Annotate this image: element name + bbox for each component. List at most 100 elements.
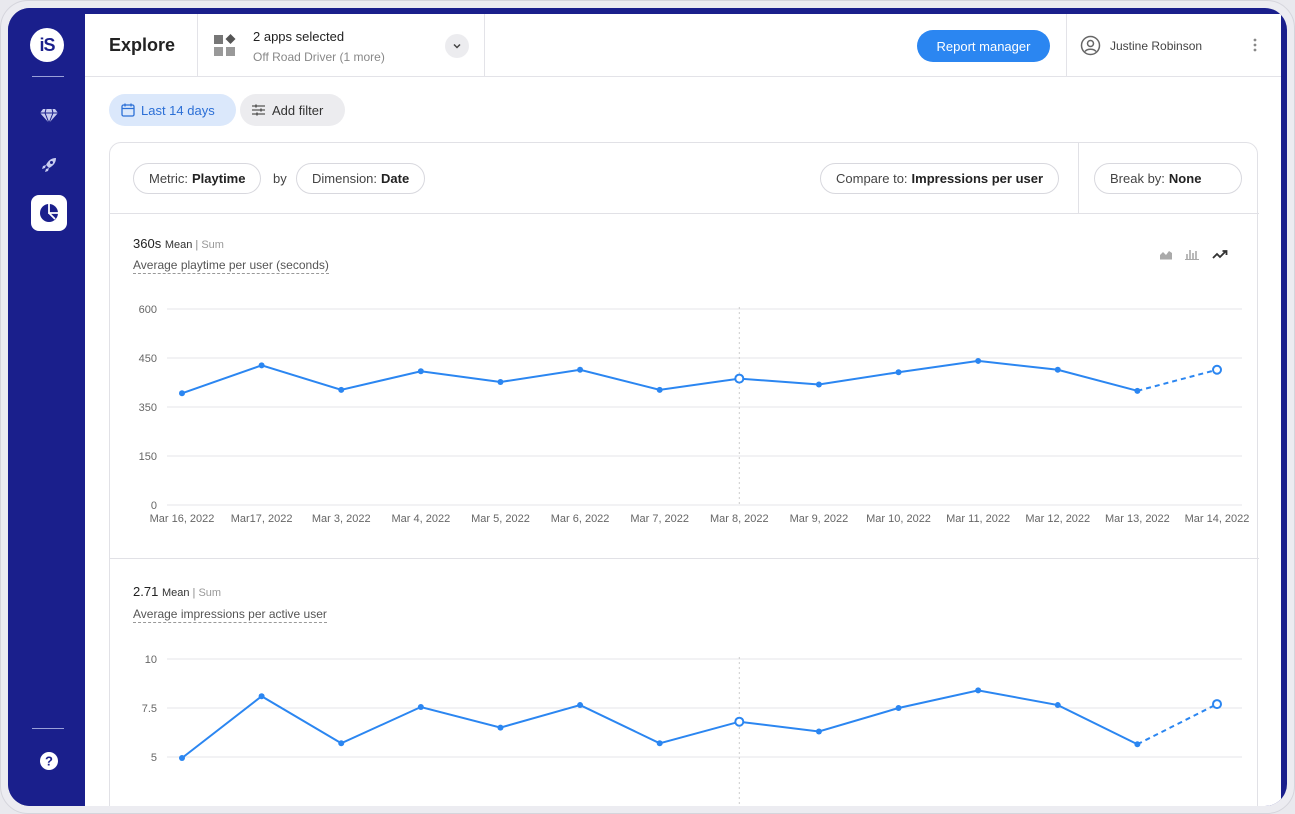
data-point <box>497 379 504 386</box>
impressions-line-chart: 107.55 <box>142 654 1242 806</box>
compare-label: Compare to: <box>836 171 908 186</box>
query-controls: Metric: Playtime by Dimension: Date Compar… <box>110 143 1259 214</box>
report-manager-button[interactable]: Report manager <box>917 30 1050 62</box>
series-line <box>181 689 1138 759</box>
more-options-icon[interactable] <box>1253 38 1257 52</box>
main-content: Explore 2 apps selected Off Road Driver … <box>85 14 1281 806</box>
y-tick-label: 600 <box>139 304 157 316</box>
apps-selected-subtitle: Off Road Driver (1 more) <box>253 50 385 64</box>
y-tick-label: 150 <box>139 451 157 463</box>
data-point <box>179 754 185 761</box>
y-tick-label: 450 <box>139 353 157 365</box>
line-chart-icon[interactable] <box>1212 248 1228 260</box>
area-chart-icon[interactable] <box>1159 248 1173 260</box>
user-name[interactable]: Justine Robinson <box>1110 39 1202 53</box>
add-filter-button[interactable]: Add filter <box>240 94 345 126</box>
chart1-kpi-value: 360s <box>133 236 162 251</box>
sidebar-item-explore[interactable] <box>31 195 67 231</box>
x-tick-label: Mar 10, 2022 <box>866 513 931 525</box>
data-point <box>1134 387 1141 394</box>
data-point <box>895 705 902 711</box>
chart1-sum-toggle[interactable]: Sum <box>201 239 224 251</box>
data-point <box>338 740 345 747</box>
break-label: Break by: <box>1110 171 1165 186</box>
data-point <box>815 381 822 388</box>
dimension-value: Date <box>381 171 410 186</box>
data-point <box>338 386 345 393</box>
playtime-line-chart: 600 450 350 150 0Mar 16, 2022 Mar17, 2022 Mar … <box>139 304 1250 525</box>
data-point <box>815 728 822 735</box>
data-point <box>258 362 265 369</box>
section-divider <box>110 558 1259 559</box>
top-bar: Explore 2 apps selected Off Road Driver … <box>85 14 1281 77</box>
chart1-kpi: 360s Mean | Sum <box>133 236 224 251</box>
x-tick-label: Mar 6, 2022 <box>551 513 610 525</box>
data-point <box>179 390 185 397</box>
x-tick-label: Mar 5, 2022 <box>471 513 530 525</box>
date-range-filter[interactable]: Last 14 days <box>109 94 236 126</box>
data-point <box>577 366 584 373</box>
chart1-title: Average playtime per user (seconds) <box>133 258 329 274</box>
break-by-selector[interactable]: Break by: None <box>1094 163 1242 194</box>
sidebar-divider <box>32 728 64 729</box>
dimension-selector[interactable]: Dimension: Date <box>296 163 426 194</box>
x-tick-label: Mar17, 2022 <box>231 513 293 525</box>
x-tick-label: Mar 12, 2022 <box>1025 513 1090 525</box>
x-tick-label: Mar 13, 2022 <box>1105 513 1170 525</box>
compare-selector[interactable]: Compare to: Impressions per user <box>820 163 1060 194</box>
apps-selected-title[interactable]: 2 apps selected <box>253 29 344 44</box>
data-point <box>975 357 982 364</box>
page-title: Explore <box>109 35 176 55</box>
chart1-mean-toggle[interactable]: Mean <box>165 239 193 251</box>
data-point <box>417 704 424 711</box>
y-tick-label: 10 <box>145 654 157 666</box>
data-point <box>497 724 504 731</box>
compare-value: Impressions per user <box>911 171 1044 186</box>
sidebar: iS ? <box>8 8 85 806</box>
chart2-sum-toggle[interactable]: Sum <box>198 587 221 599</box>
projected-line <box>1137 368 1218 392</box>
x-tick-label: Mar 4, 2022 <box>391 513 450 525</box>
data-point <box>1134 741 1141 748</box>
y-tick-label: 7.5 <box>142 703 157 715</box>
x-tick-label: Mar 9, 2022 <box>790 513 849 525</box>
chart2-mean-toggle[interactable]: Mean <box>162 587 190 599</box>
gem-icon <box>40 108 58 124</box>
data-point <box>656 386 663 393</box>
data-point <box>975 687 982 694</box>
help-button[interactable]: ? <box>31 743 67 779</box>
date-range-label: Last 14 days <box>141 102 215 118</box>
data-point-highlight <box>734 373 745 384</box>
rocket-icon <box>42 158 56 172</box>
projected-line <box>1136 703 1218 746</box>
divider <box>1066 14 1067 77</box>
divider <box>1078 143 1079 214</box>
explore-panel: Metric: Playtime by Dimension: Date Compar… <box>109 142 1259 806</box>
sidebar-item-growth[interactable] <box>31 147 67 183</box>
help-icon: ? <box>40 752 58 770</box>
calendar-icon <box>121 103 135 117</box>
apps-grid-icon <box>214 34 236 56</box>
dimension-label: Dimension: <box>312 171 378 186</box>
divider <box>197 14 198 77</box>
chevron-down-icon <box>453 43 461 49</box>
metric-selector[interactable]: Metric: Playtime <box>133 163 262 194</box>
sliders-icon <box>252 104 265 116</box>
data-point <box>577 702 584 709</box>
y-tick-label: 5 <box>151 752 157 764</box>
add-filter-label: Add filter <box>272 102 324 118</box>
divider <box>484 14 485 77</box>
break-value: None <box>1168 171 1202 186</box>
sidebar-item-monetization[interactable] <box>31 98 67 134</box>
data-point <box>258 693 265 700</box>
x-tick-label: Mar 3, 2022 <box>312 513 371 525</box>
metric-value: Playtime <box>192 171 246 186</box>
data-point <box>656 740 663 747</box>
bar-chart-icon[interactable] <box>1185 248 1200 260</box>
apps-dropdown-button[interactable] <box>445 34 469 58</box>
y-tick-label: 350 <box>139 402 157 414</box>
chart2-title: Average impressions per active user <box>133 607 327 623</box>
metric-label: Metric: <box>149 171 188 186</box>
data-point-highlight <box>1212 364 1222 375</box>
app-logo[interactable]: iS <box>30 28 64 62</box>
